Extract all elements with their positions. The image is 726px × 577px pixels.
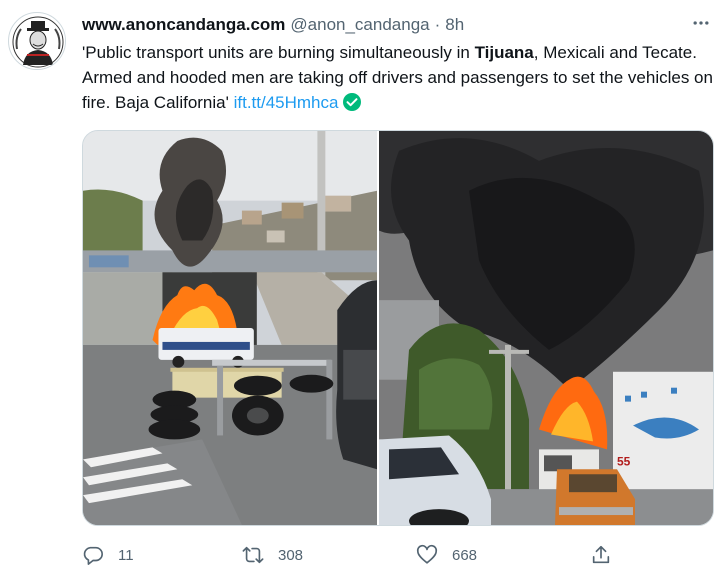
tweet-text-part1: 'Public transport units are burning simu… [82, 43, 475, 62]
tweet-header: www.anoncandanga.com @anon_candanga · 8h [82, 14, 714, 36]
tweet-text: 'Public transport units are burning simu… [82, 40, 722, 119]
media-grid: 55 [82, 130, 714, 526]
avatar[interactable] [8, 12, 66, 70]
like-button[interactable]: 668 [416, 540, 477, 570]
tweet-actions: 11 308 668 [82, 540, 642, 570]
retweet-button[interactable]: 308 [242, 540, 303, 570]
user-handle[interactable]: @anon_candanga [290, 15, 429, 35]
photo-burning-truck[interactable]: 55 [379, 131, 713, 525]
heart-icon [416, 544, 438, 564]
separator-dot: · [434, 15, 441, 34]
verified-badge-icon [342, 92, 362, 119]
photo-burning-bus[interactable] [83, 131, 379, 525]
share-button[interactable] [590, 540, 612, 570]
more-icon[interactable] [688, 12, 714, 34]
tweet[interactable]: www.anoncandanga.com @anon_candanga · 8h… [0, 0, 726, 577]
like-count: 668 [452, 546, 478, 564]
timestamp[interactable]: 8h [445, 15, 464, 35]
retweet-count: 308 [278, 546, 304, 564]
reply-icon [83, 546, 103, 565]
display-name[interactable]: www.anoncandanga.com [82, 15, 285, 35]
retweet-icon [242, 546, 264, 564]
tweet-text-bold: Tijuana [474, 43, 534, 62]
share-icon [592, 545, 610, 564]
reply-button[interactable]: 11 [82, 540, 134, 570]
truck-number-label: 55 [617, 454, 631, 468]
tweet-link[interactable]: ift.tt/45Hmhca [234, 93, 339, 112]
reply-count: 11 [118, 546, 134, 564]
